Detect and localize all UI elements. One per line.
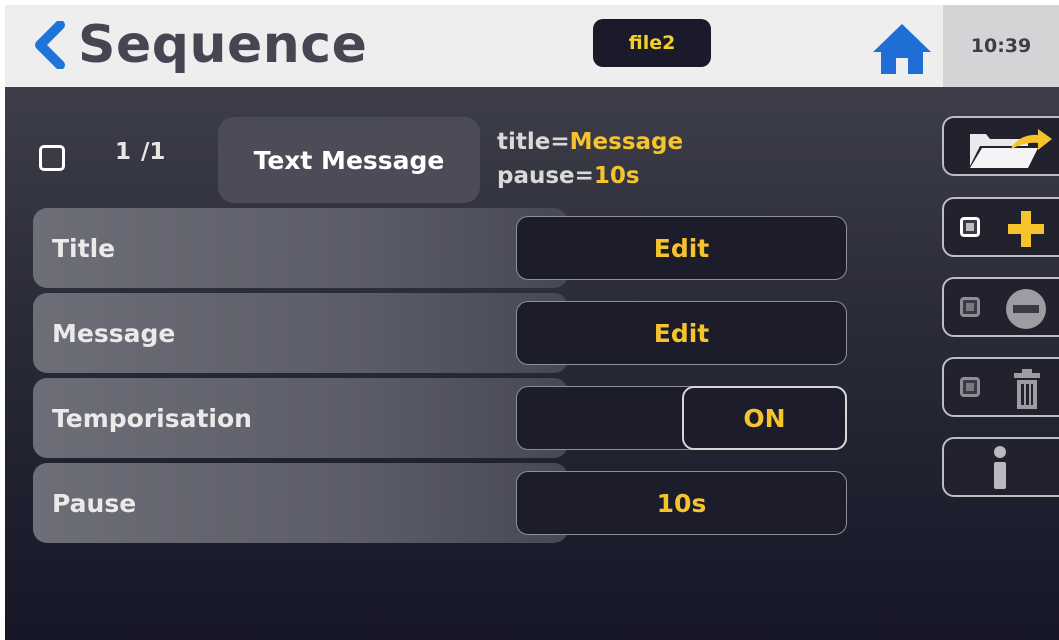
param-row-message: Message [33,293,568,373]
param-label-temporisation: Temporisation [52,403,252,433]
header-bar: Sequence file2 10:39 [5,5,1059,87]
param-label-message: Message [52,318,176,348]
chevron-left-icon [35,21,65,69]
remove-step-icon [1006,289,1046,329]
add-step-check-icon [960,217,980,237]
step-select-checkbox[interactable] [39,145,65,171]
summary-pause-line: pause=10s [497,159,683,193]
delete-check-icon [960,377,980,397]
main-panel: 1 /1 Text Message title=Message pause=10… [5,87,1059,640]
trash-icon [1014,369,1040,409]
pause-value-button[interactable]: 10s [516,471,847,535]
info-button[interactable] [942,437,1059,497]
summary-title-line: title=Message [497,125,683,159]
add-step-icon [1008,211,1044,247]
param-row-temporisation: Temporisation [33,378,568,458]
step-counter: 1 /1 [115,139,166,165]
step-summary: title=Message pause=10s [497,125,683,193]
param-row-pause: Pause [33,463,568,543]
back-button[interactable] [25,15,73,75]
toggle-knob-on: ON [682,386,847,450]
clock-time: 10:39 [970,35,1032,57]
summary-pause-key: pause= [497,163,594,189]
page-title: Sequence [78,15,368,75]
summary-title-value: Message [569,129,684,155]
home-button[interactable] [869,21,935,77]
add-step-button[interactable] [942,197,1059,257]
temporisation-toggle[interactable]: ON [516,386,847,450]
remove-step-check-icon [960,297,980,317]
open-file-button[interactable] [942,116,1059,176]
info-icon [994,446,1006,489]
clock-display: 10:39 [943,5,1059,87]
file-name-badge[interactable]: file2 [593,19,711,67]
summary-title-key: title= [497,129,570,155]
message-edit-button[interactable]: Edit [516,301,847,365]
step-type-button[interactable]: Text Message [218,117,480,203]
device-screen: Sequence file2 10:39 1 /1 Text Message t… [5,5,1059,640]
delete-button[interactable] [942,357,1059,417]
param-label-pause: Pause [52,488,137,518]
param-label-title: Title [52,233,116,263]
summary-pause-value: 10s [593,163,640,189]
remove-step-button[interactable] [942,277,1059,337]
title-edit-button[interactable]: Edit [516,216,847,280]
home-icon [873,24,931,74]
folder-open-icon [970,129,1052,168]
param-row-title: Title [33,208,568,288]
